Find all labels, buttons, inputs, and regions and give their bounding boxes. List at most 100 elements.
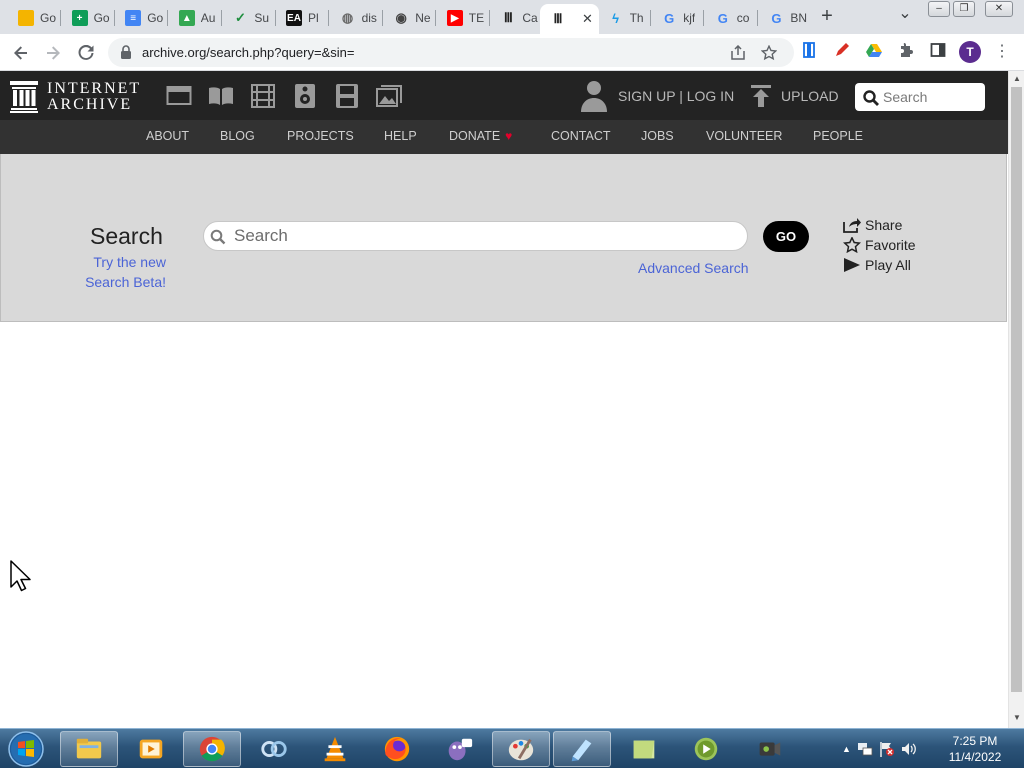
profile-avatar[interactable]: T [959, 41, 981, 63]
browser-tab[interactable]: ≡ Go [115, 4, 166, 32]
nav-contact[interactable]: CONTACT [551, 129, 611, 143]
reload-button[interactable] [73, 40, 99, 66]
forward-button[interactable] [40, 40, 66, 66]
audio-icon[interactable] [292, 84, 318, 108]
taskbar-app-notes[interactable] [615, 731, 673, 767]
extension-reader-icon[interactable] [800, 42, 820, 62]
advanced-search-link[interactable]: Advanced Search [638, 260, 749, 276]
nav-donate[interactable]: DONATE ♥ [449, 129, 512, 143]
url-text[interactable]: archive.org/search.php?query=&sin= [142, 45, 354, 60]
browser-tab[interactable]: Gkjf [651, 4, 702, 32]
search-icon[interactable] [863, 90, 879, 106]
system-clock[interactable]: 7:25 PM 11/4/2022 [940, 733, 1010, 765]
taskbar-app-network[interactable] [245, 731, 303, 767]
nav-volunteer[interactable]: VOLUNTEER [706, 129, 782, 143]
browser-tab[interactable]: + Go [62, 4, 113, 32]
browser-tab[interactable]: EA Pl [276, 4, 327, 32]
nav-jobs[interactable]: JOBS [641, 129, 674, 143]
back-button[interactable] [8, 40, 34, 66]
close-tab-icon[interactable]: ✕ [582, 11, 593, 27]
browser-tab[interactable]: ▶ TE [437, 4, 488, 32]
browser-tab[interactable]: Ⅲ Ca [490, 4, 541, 32]
play-all-action[interactable]: Play All [843, 256, 911, 274]
file-explorer-icon [76, 738, 102, 759]
try-search-beta-link[interactable]: Try the new Search Beta! [61, 252, 166, 292]
nav-blog[interactable]: BLOG [220, 129, 255, 143]
sign-up-login-link[interactable]: SIGN UP | LOG IN [618, 88, 734, 104]
side-panel-icon[interactable] [928, 42, 948, 62]
browser-tab[interactable]: G BN [758, 4, 809, 32]
taskbar-app-notepad[interactable] [553, 731, 611, 767]
taskbar-app-play[interactable] [677, 731, 735, 767]
taskbar-app-firefox[interactable] [368, 731, 426, 767]
taskbar-app-media-player[interactable] [122, 731, 180, 767]
start-button[interactable] [6, 731, 46, 767]
browser-tab[interactable]: Ⅲ ✕ [540, 4, 599, 34]
minimize-button[interactable]: – [928, 1, 950, 17]
nav-projects[interactable]: PROJECTS [287, 129, 354, 143]
main-search-input[interactable] [234, 222, 734, 250]
taskbar-app-vlc[interactable] [306, 731, 364, 767]
logo-text-archive: ARCHIVE [47, 96, 133, 113]
software-icon[interactable] [334, 84, 360, 108]
taskbar-app-camera[interactable] [740, 731, 798, 767]
tray-expand-icon[interactable]: ▲ [842, 744, 851, 754]
ia-header-search[interactable] [855, 83, 985, 111]
nav-people[interactable]: PEOPLE [813, 129, 863, 143]
upload-link[interactable]: UPLOAD [781, 88, 839, 104]
network-icon[interactable] [857, 741, 873, 757]
taskbar-app-file-explorer[interactable] [60, 731, 118, 767]
paint-icon [508, 738, 534, 761]
upload-icon[interactable] [751, 85, 771, 107]
mouse-cursor-icon [10, 560, 31, 592]
share-page-icon[interactable] [728, 43, 748, 63]
close-window-button[interactable]: ✕ [985, 1, 1013, 17]
scroll-thumb[interactable] [1011, 87, 1022, 692]
browser-tab[interactable]: Go [8, 4, 59, 32]
nav-help[interactable]: HELP [384, 129, 417, 143]
notes-icon [633, 740, 655, 759]
youtube-icon: ▶ [446, 10, 463, 26]
browser-tab[interactable]: ▲ Au [169, 4, 220, 32]
internet-archive-logo[interactable]: INTERNET ARCHIVE [10, 80, 150, 114]
video-icon[interactable] [250, 84, 276, 108]
address-bar[interactable]: archive.org/search.php?query=&sin= [108, 38, 794, 67]
browser-tab[interactable]: ◍ dis [330, 4, 381, 32]
extension-pen-icon[interactable] [832, 42, 852, 62]
extension-drive-icon[interactable] [864, 42, 884, 62]
browser-tab[interactable]: Gco [705, 4, 756, 32]
scroll-up-arrow-icon[interactable]: ▲ [1012, 74, 1022, 84]
main-search-box[interactable] [203, 221, 748, 251]
maximize-button[interactable]: ❐ [953, 1, 975, 17]
taskbar-app-paint[interactable] [492, 731, 550, 767]
search-icon [210, 229, 226, 245]
web-icon[interactable] [166, 84, 192, 108]
try-new-line1: Try the new [93, 254, 166, 270]
bookmark-star-icon[interactable] [759, 43, 779, 63]
nav-about[interactable]: ABOUT [146, 129, 189, 143]
favorite-action[interactable]: Favorite [843, 236, 916, 254]
google-icon: G [664, 10, 675, 26]
user-icon[interactable] [580, 80, 608, 112]
tab-title: BN [790, 11, 808, 25]
system-tray: ▲ [842, 735, 917, 763]
extensions-puzzle-icon[interactable] [896, 42, 916, 62]
browser-menu-icon[interactable]: ⋮ [994, 41, 1010, 63]
go-button[interactable]: GO [763, 221, 809, 252]
new-tab-button[interactable]: + [816, 6, 838, 28]
scroll-down-arrow-icon[interactable]: ▼ [1012, 713, 1022, 723]
taskbar-app-pidgin[interactable] [430, 731, 488, 767]
images-icon[interactable] [376, 84, 402, 108]
taskbar-app-chrome[interactable] [183, 731, 241, 767]
texts-icon[interactable] [208, 84, 234, 108]
tab-search-chevron-icon[interactable]: ⌄ [896, 6, 914, 26]
flag-alert-icon[interactable] [879, 741, 895, 757]
volume-icon[interactable] [901, 741, 917, 757]
browser-tab[interactable]: ◉ Ne [383, 4, 434, 32]
ia-header-search-input[interactable] [883, 83, 979, 111]
browser-tab[interactable]: ϟ Th [598, 4, 649, 32]
browser-toolbar: archive.org/search.php?query=&sin= T ⋮ [0, 34, 1024, 71]
share-action[interactable]: Share [843, 216, 902, 234]
browser-tab[interactable]: ✓ Su [222, 4, 273, 32]
page-scrollbar[interactable]: ▲ ▼ [1008, 71, 1024, 728]
